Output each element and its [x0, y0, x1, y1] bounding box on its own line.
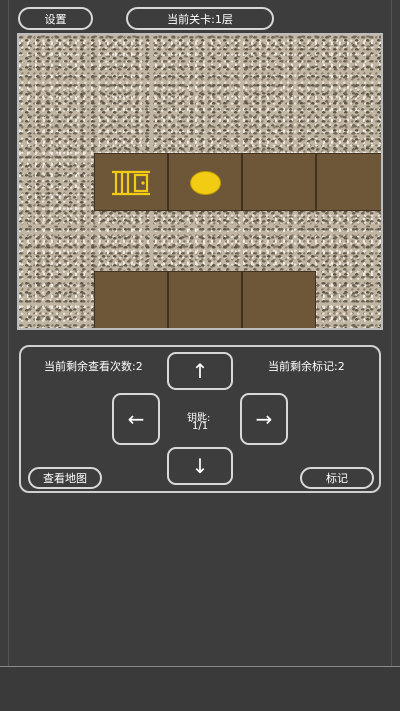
floor-tile: [242, 153, 316, 211]
views-remaining-text: 当前剩余查看次数:2: [44, 360, 143, 373]
floor-tile: [242, 271, 316, 328]
key-count: 1/1: [192, 421, 209, 432]
floor-tile: [94, 271, 168, 328]
gate-icon: [112, 170, 150, 196]
bottom-divider: [0, 666, 400, 667]
marks-remaining-text: 当前剩余标记:2: [268, 360, 345, 373]
floor-tile: [316, 153, 381, 211]
move-right-button[interactable]: →: [240, 393, 288, 445]
move-down-button[interactable]: ↓: [167, 447, 233, 485]
settings-button[interactable]: 设置: [18, 7, 93, 30]
control-panel: 当前剩余查看次数:2 当前剩余标记:2 ↑ ← → ↓ 钥匙: 1/1 查看地图…: [19, 345, 381, 493]
floor-tile: [94, 153, 168, 211]
floor-tile: [168, 271, 242, 328]
left-edge-line: [8, 0, 9, 666]
move-up-button[interactable]: ↑: [167, 352, 233, 390]
level-label: 当前关卡:1层: [126, 7, 274, 30]
right-edge-line: [391, 0, 392, 666]
coin-icon: [190, 171, 221, 195]
mark-button[interactable]: 标记: [300, 467, 374, 489]
floor-tile: [168, 153, 242, 211]
bottom-bar: [0, 666, 400, 711]
game-map: [17, 33, 383, 330]
move-left-button[interactable]: ←: [112, 393, 160, 445]
view-map-button[interactable]: 查看地图: [28, 467, 102, 489]
